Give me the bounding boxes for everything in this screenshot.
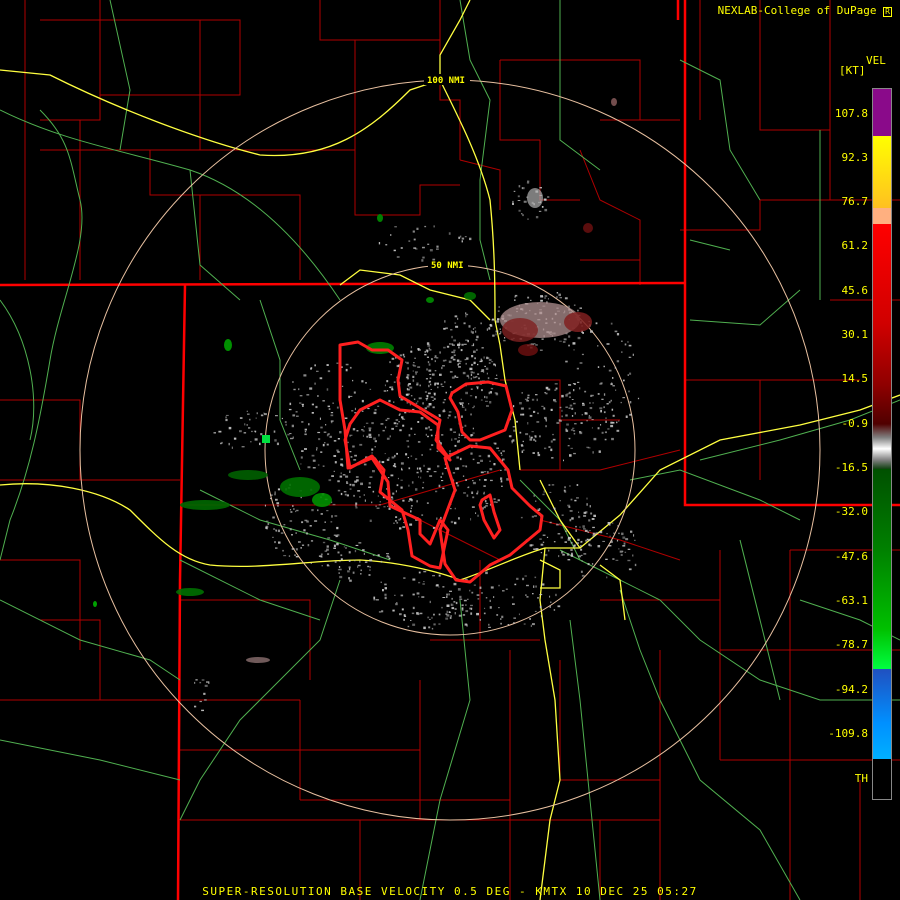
legend-label: 45.6 bbox=[841, 284, 869, 297]
range-ring-labels: 50 NMI 100 NMI bbox=[424, 74, 470, 271]
legend-label: -0.9 bbox=[841, 417, 869, 430]
scale-seg-green bbox=[873, 469, 891, 669]
scale-seg-peach bbox=[873, 208, 891, 224]
radar-echoes-red bbox=[246, 98, 617, 663]
warning-polygon-east bbox=[438, 444, 544, 584]
product-caption: SUPER-RESOLUTION BASE VELOCITY 0.5 DEG -… bbox=[202, 885, 698, 898]
registered-mark-icon: R bbox=[883, 7, 892, 17]
warning-polygon-inner bbox=[478, 493, 502, 540]
legend-label: 30.1 bbox=[841, 328, 869, 341]
ring-100nmi bbox=[79, 79, 821, 821]
legend-label: -16.5 bbox=[834, 461, 868, 474]
radar-map[interactable]: 50 NMI 100 NMI bbox=[0, 0, 900, 900]
legend-label: -32.0 bbox=[834, 505, 868, 518]
legend-label: -47.6 bbox=[834, 550, 868, 563]
legend-label: -94.2 bbox=[834, 683, 868, 696]
warning-polygon-north bbox=[448, 380, 514, 442]
legend-label: -109.8 bbox=[828, 727, 868, 740]
scale-seg-gray bbox=[873, 424, 891, 469]
range-rings bbox=[79, 79, 821, 821]
legend-label: 76.7 bbox=[841, 195, 869, 208]
scale-seg-yellow bbox=[873, 136, 891, 208]
legend-title: VEL bbox=[866, 54, 886, 67]
roads bbox=[0, 0, 900, 900]
radar-viewer: 50 NMI 100 NMI NEXLAB-College of DuPage … bbox=[0, 0, 900, 900]
legend-label: 107.8 bbox=[834, 107, 868, 120]
warning-polygons bbox=[338, 340, 544, 584]
ring-label-50: 50 NMI bbox=[431, 261, 464, 271]
legend-label: TH bbox=[854, 772, 868, 785]
nexlab-credit: NEXLAB-College of DuPage R bbox=[717, 4, 892, 17]
legend-label: -78.7 bbox=[834, 638, 868, 651]
legend-label: 14.5 bbox=[841, 372, 869, 385]
legend-unit: [KT] bbox=[839, 64, 866, 77]
legend-label: -63.1 bbox=[834, 594, 868, 607]
scale-seg-purple bbox=[873, 89, 891, 136]
legend-label: 61.2 bbox=[841, 239, 869, 252]
scale-seg-blue bbox=[873, 669, 891, 759]
velocity-color-scale bbox=[872, 88, 892, 800]
scale-seg-red bbox=[873, 224, 891, 424]
scale-seg-th bbox=[873, 759, 891, 799]
legend-label: 92.3 bbox=[841, 151, 869, 164]
ring-label-100: 100 NMI bbox=[427, 76, 465, 86]
